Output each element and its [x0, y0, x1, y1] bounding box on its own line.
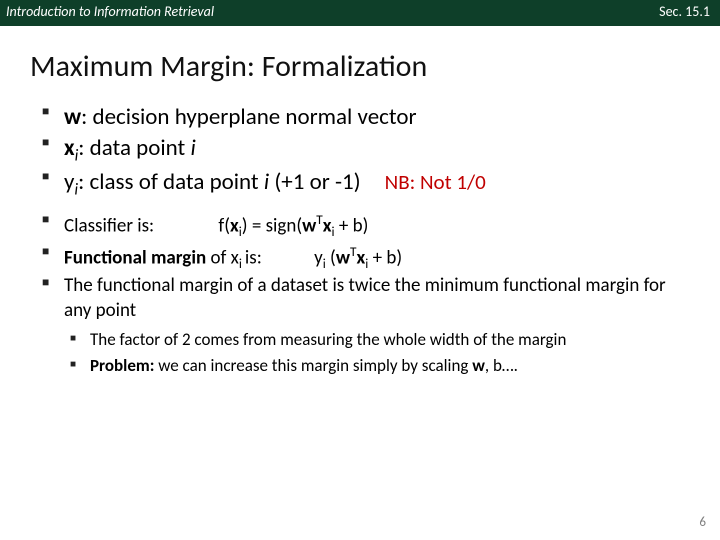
var-i: i: [190, 134, 195, 162]
formula-tail: + b): [335, 214, 369, 237]
functional-margin-label: Functional margin: [64, 246, 206, 269]
bullet-yi: yi: class of data point i (+1 or -1)NB: …: [42, 168, 678, 201]
formula-f: f(: [218, 214, 230, 237]
secondary-bullet-list: Classifier is: f(xi) = sign(wTxi + b) Fu…: [42, 211, 678, 323]
bullet-w-vector: w: decision hyperplane normal vector: [42, 103, 678, 132]
fm-w: w: [336, 246, 350, 269]
fm-x: x: [231, 246, 239, 269]
bullet-dataset-margin: The functional margin of a dataset is tw…: [42, 274, 678, 323]
fm-open: (: [326, 246, 336, 269]
problem-w: w: [472, 355, 485, 376]
fm-is: is:: [245, 246, 262, 269]
page-number: 6: [699, 515, 706, 530]
of-text: of: [206, 246, 230, 269]
header-left-text: Introduction to Information Retrieval: [6, 3, 214, 20]
problem-label: Problem:: [90, 355, 154, 376]
sub-bullet-problem: Problem: we can increase this margin sim…: [70, 355, 678, 376]
bullet-yi-tail: (+1 or -1): [269, 168, 361, 196]
symbol-w: w: [64, 103, 81, 131]
bullet-yi-mid: : class of data point: [78, 168, 264, 196]
bullet-w-text: : decision hyperplane normal vector: [81, 103, 416, 131]
fm-y: y: [314, 246, 323, 269]
slide-title: Maximum Margin: Formalization: [30, 48, 690, 85]
bullet-functional-margin: Functional margin of xi is: yi (wTxi + b…: [42, 243, 678, 272]
fm-tail: + b): [368, 246, 402, 269]
symbol-y: y: [64, 168, 74, 196]
classifier-formula: f(xi) = sign(wTxi + b): [218, 211, 368, 240]
fm-x2: x: [356, 246, 365, 269]
sub-bullet-list: The factor of 2 comes from measuring the…: [70, 329, 678, 376]
functional-margin-formula: yi (wTxi + b): [314, 243, 402, 272]
nb-note: NB: Not 1/0: [385, 169, 486, 195]
symbol-x: x: [64, 134, 75, 162]
bullet-classifier: Classifier is: f(xi) = sign(wTxi + b): [42, 211, 678, 240]
bullet-xi: xi: data point i: [42, 134, 678, 167]
bullet-xi-text: : data point: [78, 134, 190, 162]
problem-mid: we can increase this margin simply by sc…: [154, 355, 472, 376]
problem-tail: , b….: [485, 355, 518, 376]
slide-header: Introduction to Information Retrieval Se…: [0, 0, 720, 26]
header-section-label: Sec. 15.1: [659, 3, 710, 20]
sub-bullet-factor2: The factor of 2 comes from measuring the…: [70, 329, 678, 350]
main-bullet-list: w: decision hyperplane normal vector x i:…: [42, 103, 678, 201]
classifier-label: Classifier is:: [64, 214, 154, 237]
formula-x: x: [230, 214, 239, 237]
formula-mid: ) = sign(: [242, 214, 302, 237]
formula-w: w: [302, 214, 316, 237]
